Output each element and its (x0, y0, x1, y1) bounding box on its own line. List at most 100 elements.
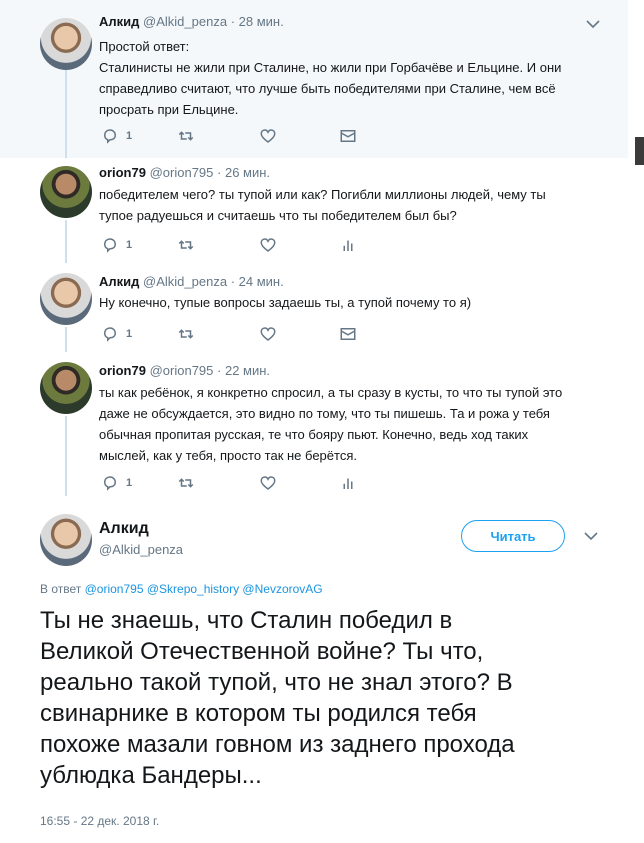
text-line: ты как ребёнок, я конкретно спросил, а т… (99, 385, 563, 400)
like-button[interactable] (259, 235, 277, 255)
reply-count: 1 (126, 328, 133, 340)
tweet-time[interactable]: 24 мин. (239, 274, 284, 289)
avatar[interactable] (40, 362, 92, 414)
separator: · (217, 165, 222, 180)
thread-tweet-3[interactable]: Алкид @Alkid_penza · 24 мин. Ну конечно,… (0, 263, 628, 352)
tweet-time[interactable]: 22 мин. (225, 363, 270, 378)
thread-connector (65, 220, 67, 263)
tweet-text: Простой ответ: Сталинисты не жили при Ст… (99, 36, 599, 120)
analytics-icon (343, 240, 353, 251)
tweet-text: победителем чего? ты тупой или как? Поги… (99, 184, 599, 226)
tweet-actions: 1 (99, 235, 369, 255)
avatar[interactable] (40, 514, 92, 566)
thread-tweet-1[interactable]: Алкид @Alkid_penza · 28 мин. Простой отв… (0, 0, 628, 158)
tweet-text: Ну конечно, тупые вопросы задаешь ты, а … (99, 292, 599, 313)
envelope-icon (340, 130, 356, 142)
text-line: Сталинисты не жили при Сталине, но жили … (99, 60, 562, 75)
mention-link[interactable]: @NevzorovAG (242, 582, 322, 596)
text-line: реально такой тупой, что не знал этого? … (40, 669, 513, 696)
heart-icon (260, 327, 276, 341)
retweet-icon (178, 240, 194, 250)
reply-icon (103, 129, 117, 144)
author-handle[interactable]: @orion795 (150, 165, 214, 180)
analytics-button[interactable] (339, 235, 357, 255)
retweet-icon (178, 329, 194, 339)
text-line: просрать при Ельцине. (99, 102, 239, 117)
text-line: тупое радуешься и считаешь что ты победи… (99, 208, 457, 223)
follow-button[interactable]: Читать (461, 520, 565, 552)
thread-connector (65, 327, 67, 352)
text-line: ублюдка Бандеры... (40, 762, 262, 789)
reply-button[interactable]: 1 (101, 324, 132, 344)
tweet-header: Алкид @Alkid_penza · 28 мин. (99, 14, 284, 29)
reply-count: 1 (126, 477, 133, 489)
tweet-time[interactable]: 28 мин. (239, 14, 284, 29)
reply-count: 1 (126, 239, 133, 251)
retweet-button[interactable] (177, 235, 195, 255)
author-handle[interactable]: @Alkid_penza (143, 14, 227, 29)
chevron-down-icon[interactable] (584, 528, 598, 544)
thread-connector (65, 68, 67, 158)
text-line: справедливо считают, что лучше быть побе… (99, 81, 556, 96)
thread-connector (65, 416, 67, 496)
text-line: Ты не знаешь, что Сталин победил в (40, 607, 453, 634)
main-tweet: Алкид @Alkid_penza Читать В ответ @orion… (0, 502, 628, 843)
right-edge-crop (628, 0, 644, 843)
heart-icon (260, 238, 276, 252)
mention-link[interactable]: @Skrepo_history (147, 582, 239, 596)
reply-button[interactable]: 1 (101, 235, 132, 255)
author-name[interactable]: orion79 (99, 363, 146, 378)
author-handle[interactable]: @Alkid_penza (99, 542, 183, 557)
reply-button[interactable]: 1 (101, 126, 132, 146)
main-tweet-text: Ты не знаешь, что Сталин победил в Велик… (40, 605, 610, 791)
tweet-header: orion79 @orion795 · 22 мин. (99, 363, 270, 378)
mention-link[interactable]: @orion795 (85, 582, 144, 596)
heart-icon (260, 129, 276, 143)
like-button[interactable] (259, 324, 277, 344)
chevron-down-icon[interactable] (586, 16, 600, 32)
thread-tweet-4[interactable]: orion79 @orion795 · 22 мин. ты как ребён… (0, 352, 628, 502)
author-name[interactable]: Алкид (99, 14, 139, 29)
reply-context: В ответ @orion795 @Skrepo_history @Nevzo… (40, 582, 323, 596)
text-line: даже не обсуждается, это видно по тому, … (99, 406, 550, 421)
reply-count: 1 (126, 130, 133, 142)
retweet-button[interactable] (177, 126, 195, 146)
like-button[interactable] (259, 126, 277, 146)
retweet-icon (178, 131, 194, 141)
text-line: обычная пропитая русская, те что бояру п… (99, 427, 529, 442)
heart-icon (260, 476, 276, 490)
text-line: свинарнике в котором ты родился тебя (40, 700, 477, 727)
avatar[interactable] (40, 18, 92, 70)
text-line: Великой Отечественной войне? Ты что, (40, 638, 484, 665)
reply-prefix: В ответ (40, 582, 82, 596)
like-button[interactable] (259, 473, 277, 493)
tweet-text: ты как ребёнок, я конкретно спросил, а т… (99, 382, 599, 466)
message-button[interactable] (339, 126, 357, 146)
text-line: Ну конечно, тупые вопросы задаешь ты, а … (99, 295, 472, 310)
author-handle[interactable]: @Alkid_penza (143, 274, 227, 289)
retweet-button[interactable] (177, 473, 195, 493)
reply-button[interactable]: 1 (101, 473, 132, 493)
author-name[interactable]: Алкид (99, 274, 139, 289)
separator: · (230, 14, 236, 29)
envelope-icon (340, 328, 356, 340)
author-name[interactable]: orion79 (99, 165, 146, 180)
message-button[interactable] (339, 324, 357, 344)
tweet-header: orion79 @orion795 · 26 мин. (99, 165, 270, 180)
tweet-header: Алкид @Alkid_penza · 24 мин. (99, 274, 284, 289)
reply-icon (103, 476, 117, 491)
thread-tweet-2[interactable]: orion79 @orion795 · 26 мин. победителем … (0, 158, 628, 263)
retweet-button[interactable] (177, 324, 195, 344)
avatar[interactable] (40, 273, 92, 325)
avatar[interactable] (40, 166, 92, 218)
text-line: мыслей, как у тебя, просто так не берётс… (99, 448, 357, 463)
author-name[interactable]: Алкид (99, 520, 149, 538)
author-handle[interactable]: @orion795 (150, 363, 214, 378)
analytics-button[interactable] (339, 473, 357, 493)
separator: · (217, 363, 222, 378)
reply-icon (103, 238, 117, 253)
tweet-time[interactable]: 26 мин. (225, 165, 270, 180)
retweet-icon (178, 478, 194, 488)
tweet-timestamp[interactable]: 16:55 - 22 дек. 2018 г. (40, 814, 159, 828)
text-line: Простой ответ: (99, 39, 190, 54)
